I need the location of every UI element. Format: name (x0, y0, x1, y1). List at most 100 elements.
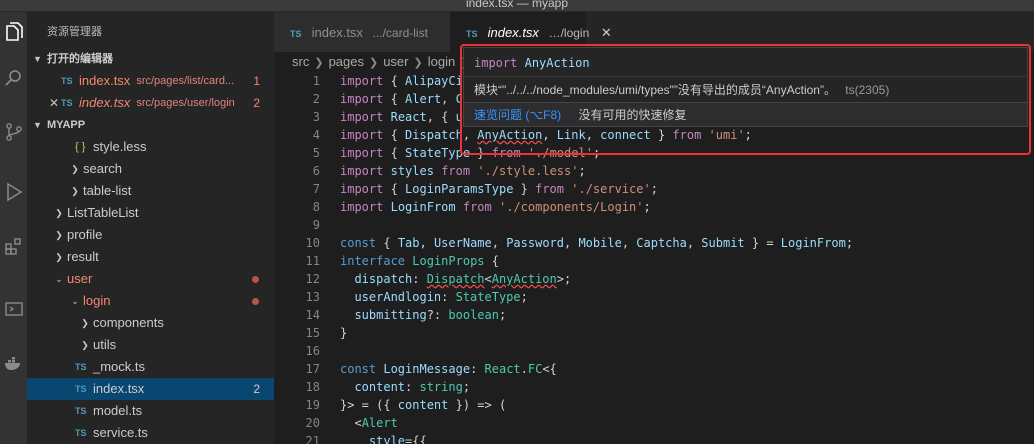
tree-item-label: login (83, 293, 111, 308)
code-line: <Alert (340, 416, 398, 430)
code-line: dispatch: Dispatch<AnyAction>; (354, 272, 572, 286)
tree-folder-login[interactable]: ⌄ login (27, 290, 274, 312)
tree-file-style-less[interactable]: { } style.less (27, 136, 274, 158)
line-number: 6 (312, 164, 320, 178)
tree-folder-search[interactable]: ❯ search (27, 158, 274, 180)
tree-folder-table-list[interactable]: ❯ table-list (27, 180, 274, 202)
line-number: 9 (312, 218, 320, 232)
tree-item-label: profile (67, 227, 103, 242)
chevron-right-icon: ❯ (71, 164, 79, 174)
line-number: 17 (305, 362, 320, 376)
breadcrumb-item[interactable]: src (292, 54, 309, 69)
open-editor-name: index.tsx (79, 73, 131, 88)
search-icon[interactable] (0, 58, 27, 98)
line-number: 12 (305, 272, 320, 286)
close-icon[interactable]: ✕ (601, 25, 612, 40)
hover-keyword: import (474, 56, 518, 70)
typescript-file-icon: TS (75, 362, 87, 372)
tree-folder-listtablelist[interactable]: ❯ ListTableList (27, 202, 274, 224)
docker-icon[interactable] (0, 344, 27, 384)
chevron-right-icon: ❯ (71, 186, 79, 196)
tree-item-label: style.less (93, 139, 147, 154)
open-editor-name: index.tsx (79, 95, 131, 110)
open-editor-item[interactable]: TS index.tsx src/pages/list/card... 1 (27, 70, 274, 92)
code-line: import styles from './style.less'; (340, 164, 586, 178)
project-title: MYAPP (47, 119, 86, 131)
code-line: userAndlogin: StateType; (354, 290, 528, 304)
tree-folder-user[interactable]: ⌄ user (27, 268, 274, 290)
line-number: 7 (312, 182, 320, 196)
editor-tab-bar: TS index.tsx .../card-list TS index.tsx … (274, 12, 1034, 52)
line-number: 15 (305, 326, 320, 340)
peek-problem-link[interactable]: 速览问题 (⌥F8) (474, 108, 561, 122)
typescript-file-icon: TS (61, 98, 73, 108)
tree-item-label: _mock.ts (93, 359, 146, 374)
open-editor-item-active[interactable]: ✕ TS index.tsx src/pages/user/login 2 (27, 92, 274, 114)
code-line: content: string; (354, 380, 471, 394)
code-line: import { Dispatch, AnyAction, Link, conn… (340, 128, 752, 142)
code-lines[interactable]: import { AlipayCirc import { Alert, Che … (340, 72, 853, 444)
tree-folder-result[interactable]: ❯ result (27, 246, 274, 268)
typescript-file-icon: TS (75, 428, 87, 438)
code-line: import { LoginParamsType } from './servi… (340, 182, 658, 196)
tree-file-model[interactable]: TS model.ts (27, 400, 274, 422)
tree-folder-profile[interactable]: ❯ profile (27, 224, 274, 246)
tree-folder-components[interactable]: ❯ components (27, 312, 274, 334)
tree-file-service[interactable]: TS service.ts (27, 422, 274, 444)
typescript-file-icon: TS (290, 29, 302, 39)
code-line: interface LoginProps { (340, 254, 499, 268)
open-editor-path: src/pages/list/card... (136, 75, 235, 87)
open-editors-section[interactable]: ▼ 打开的编辑器 (27, 48, 274, 70)
error-dot (252, 298, 259, 305)
chevron-right-icon: ❯ (55, 230, 63, 240)
tab-login-index[interactable]: TS index.tsx …/login ✕ (450, 12, 612, 52)
tree-file-mock[interactable]: TS _mock.ts (27, 356, 274, 378)
tree-item-label: ListTableList (67, 205, 139, 220)
line-number: 20 (305, 416, 320, 430)
tree-item-label: table-list (83, 183, 132, 198)
code-line: }> = ({ content }) => ( (340, 398, 507, 412)
chevron-right-icon: ❯ (55, 252, 63, 262)
explorer-icon[interactable] (0, 12, 27, 52)
project-section[interactable]: ▼ MYAPP (27, 114, 274, 136)
tree-item-label: service.ts (93, 425, 148, 440)
code-editor[interactable]: 1 2 3 4 5 6 7 8 9 10 11 12 13 14 15 16 1… (274, 72, 1034, 444)
extensions-icon[interactable] (0, 226, 27, 266)
run-debug-icon[interactable] (0, 172, 27, 212)
chevron-right-icon: ❯ (81, 340, 89, 350)
line-number: 8 (312, 200, 320, 214)
tree-file-index-selected[interactable]: TS index.tsx 2 (27, 378, 274, 400)
remote-explorer-icon[interactable] (0, 290, 27, 330)
code-line: } (340, 326, 348, 340)
chevron-down-icon: ▼ (33, 120, 42, 130)
hover-symbol: AnyAction (524, 56, 590, 70)
problem-count-badge: 1 (253, 74, 260, 88)
line-number: 21 (305, 434, 320, 444)
tab-label: index.tsx (487, 25, 539, 40)
chevron-right-icon: ❯ (413, 57, 423, 69)
tree-item-label: components (93, 315, 164, 330)
source-control-icon[interactable] (0, 112, 27, 152)
tree-item-label: model.ts (93, 403, 143, 418)
typescript-file-icon: TS (75, 384, 87, 394)
tab-path: …/login (548, 26, 590, 40)
line-number: 4 (312, 128, 320, 142)
activity-bar (0, 12, 27, 444)
tree-item-label: index.tsx (93, 381, 145, 396)
close-icon[interactable]: ✕ (47, 92, 61, 114)
no-quick-fix-text: 没有可用的快速修复 (578, 108, 687, 122)
tree-item-label: search (83, 161, 123, 176)
tab-card-list-index[interactable]: TS index.tsx .../card-list (274, 12, 450, 52)
chevron-right-icon: ❯ (368, 57, 379, 69)
line-number: 14 (305, 308, 320, 322)
typescript-file-icon: TS (61, 76, 73, 86)
less-file-icon: { } (75, 141, 86, 153)
tab-path: .../card-list (372, 26, 428, 40)
breadcrumb-item[interactable]: user (383, 54, 408, 69)
breadcrumb-item[interactable]: pages (329, 54, 364, 69)
error-code: ts(2305) (845, 83, 890, 97)
chevron-right-icon: ❯ (314, 57, 324, 69)
tree-folder-utils[interactable]: ❯ utils (27, 334, 274, 356)
breadcrumb-item[interactable]: login (428, 54, 455, 69)
